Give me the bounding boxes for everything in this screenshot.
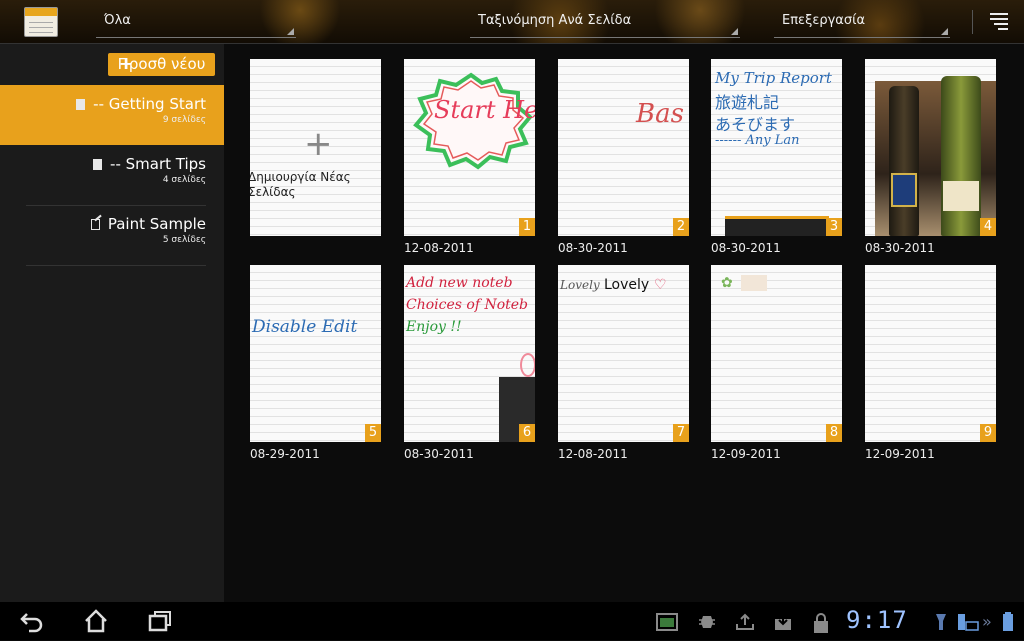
page-thumbnail-4[interactable]: 4 [865, 59, 996, 236]
handwritten-text: Lovely [560, 278, 600, 292]
spinner-corner-icon [731, 28, 738, 35]
upload-icon[interactable] [735, 612, 755, 632]
page-thumbnail-9[interactable]: 9 [865, 265, 996, 442]
page-number-badge: 1 [519, 218, 535, 236]
page-number-badge: 9 [980, 424, 996, 442]
page-number-badge: 4 [980, 218, 996, 236]
page-number-badge: 3 [826, 218, 842, 236]
overflow-menu-icon[interactable] [990, 13, 1008, 30]
screenshot-notification-icon[interactable] [656, 612, 678, 632]
bottle-image [941, 76, 981, 236]
notebook-icon [76, 99, 86, 110]
action-bar: Όλα Ταξινόμηση Ανά Σελίδα Επεξεργασία [0, 0, 1024, 44]
spinner-corner-icon [941, 28, 948, 35]
recent-apps-icon[interactable] [146, 608, 174, 634]
page-thumbnail-7[interactable]: Lovely Lovely ♡ 7 [558, 265, 689, 442]
handwritten-text: Disable Edit [252, 317, 358, 337]
page-date: 08-29-2011 [250, 447, 320, 461]
download-icon[interactable] [773, 612, 793, 632]
supernote-app-icon[interactable] [24, 7, 58, 37]
page-date: 08-30-2011 [558, 241, 628, 255]
lock-icon[interactable] [811, 612, 831, 633]
sticker-image [741, 275, 767, 291]
edit-spinner-label: Επεξεργασία [782, 13, 866, 28]
page-date: 12-09-2011 [711, 447, 781, 461]
back-icon[interactable] [18, 608, 46, 634]
bottle-label [943, 181, 979, 211]
bottle-label [891, 173, 917, 207]
home-icon[interactable] [82, 608, 110, 634]
plus-icon: + [304, 124, 333, 164]
filter-spinner-label: Όλα [104, 13, 131, 28]
sort-spinner[interactable]: Ταξινόμηση Ανά Σελίδα [470, 8, 740, 38]
start-here-text: Start Here! [434, 96, 535, 124]
page-date: 08-30-2011 [404, 447, 474, 461]
divider [26, 265, 206, 266]
handwritten-text: Add new noteb [406, 275, 513, 291]
page-thumbnail-6[interactable]: Add new noteb Choices of Noteb Enjoy !! … [404, 265, 535, 442]
bottles-photo [875, 76, 996, 236]
usb-debug-icon[interactable] [697, 612, 717, 632]
flashlight-icon[interactable] [934, 612, 948, 632]
filter-spinner[interactable]: Όλα [96, 8, 296, 38]
page-number-badge: 7 [673, 424, 689, 442]
actionbar-divider [972, 10, 973, 34]
handwritten-text: ------ Any Lan [715, 133, 800, 148]
page-date: 12-08-2011 [558, 447, 628, 461]
heart-doodle [520, 353, 535, 377]
spinner-corner-icon [287, 28, 294, 35]
notebook-title: -- Smart Tips [110, 155, 206, 173]
edit-spinner[interactable]: Επεξεργασία [774, 8, 950, 38]
handwritten-text: あそびます [715, 115, 796, 134]
heart-icon: ♡ [654, 277, 667, 293]
notebook-item-paint-sample[interactable]: Paint Sample 5 σελίδες [0, 205, 224, 265]
handwritten-text: Enjoy !! [406, 319, 462, 335]
sort-spinner-label: Ταξινόμηση Ανά Σελίδα [478, 13, 632, 28]
notebook-title: -- Getting Start [93, 95, 206, 113]
notebook-sidebar: + Προσθ νέου -- Getting Start 9 σελίδες … [0, 44, 224, 602]
page-number-badge: 5 [365, 424, 381, 442]
handwritten-text: 旅遊札記 [715, 93, 780, 112]
page-number-badge: 8 [826, 424, 842, 442]
page-thumbnail-1[interactable]: Start Here! 1 [404, 59, 535, 236]
notebook-icon [93, 159, 103, 170]
handwritten-text: My Trip Report [715, 69, 832, 87]
typed-text: Lovely [604, 277, 650, 293]
create-page-label: Δημιουργία Νέας Σελίδας [250, 170, 351, 199]
page-number-badge: 6 [519, 424, 535, 442]
page-date: 08-30-2011 [865, 241, 935, 255]
notebook-page-count: 5 σελίδες [162, 235, 206, 245]
battery-icon[interactable] [1002, 612, 1014, 632]
notebook-page-count: 4 σελίδες [162, 175, 206, 185]
notebook-title: Paint Sample [107, 215, 206, 233]
handwritten-text: Bas [636, 99, 684, 129]
add-new-notebook-button[interactable]: + Προσθ νέου [108, 53, 215, 76]
flower-icon: ✿ [721, 275, 733, 291]
create-page-card[interactable]: + Δημιουργία Νέας Σελίδας [250, 59, 381, 236]
keyboard-battery-icon[interactable] [956, 612, 980, 632]
page-thumbnail-3[interactable]: My Trip Report 旅遊札記 あそびます ------ Any Lan… [711, 59, 842, 236]
page-thumbnail-8[interactable]: ✿ 8 [711, 265, 842, 442]
page-thumbnail-5[interactable]: Disable Edit 5 [250, 265, 381, 442]
notebook-item-smart-tips[interactable]: -- Smart Tips 4 σελίδες [0, 145, 224, 205]
clock[interactable]: 9:17 [846, 606, 908, 634]
page-grid: + Δημιουργία Νέας Σελίδας Start Here! 1 … [224, 44, 1024, 602]
page-number-badge: 2 [673, 218, 689, 236]
page-date: 08-30-2011 [711, 241, 781, 255]
chevron-right-icon: » [982, 612, 992, 631]
bottle-image [889, 86, 919, 236]
page-thumbnail-2[interactable]: Bas 2 [558, 59, 689, 236]
paint-notebook-icon [90, 219, 100, 230]
handwritten-text: Choices of Noteb [406, 297, 529, 313]
screenshot-thumbnail [725, 216, 829, 236]
notebook-page-count: 9 σελίδες [162, 115, 206, 125]
page-date: 12-08-2011 [404, 241, 474, 255]
page-date: 12-09-2011 [865, 447, 935, 461]
notebook-item-getting-start[interactable]: -- Getting Start 9 σελίδες [0, 85, 224, 145]
plus-icon: + [119, 54, 133, 73]
system-bar: 9:17 » [0, 602, 1024, 640]
